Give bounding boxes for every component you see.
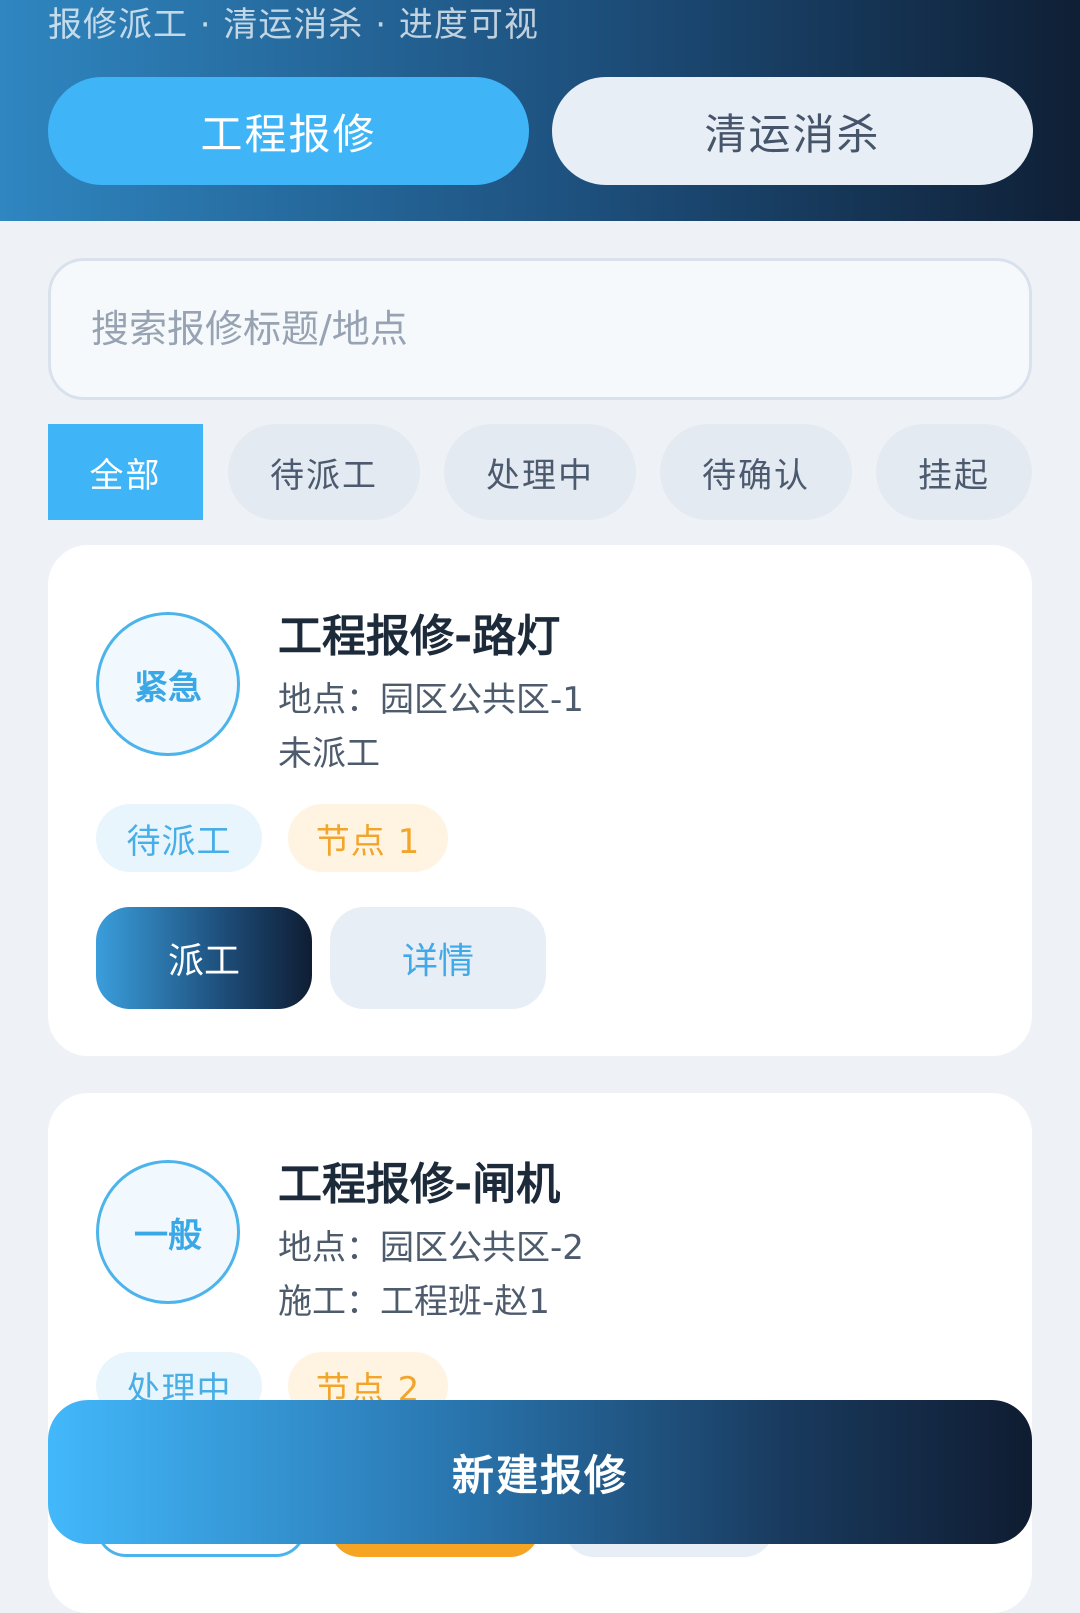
filter-suspended[interactable]: 挂起 <box>876 424 1032 520</box>
priority-badge: 紧急 <box>96 612 240 756</box>
new-repair-button[interactable]: 新建报修 <box>48 1400 1032 1544</box>
filter-pending-confirm[interactable]: 待确认 <box>660 424 852 520</box>
node-badge: 节点 1 <box>288 804 448 872</box>
order-location: 地点：园区公共区-2 <box>278 1228 584 1268</box>
dispatch-button[interactable]: 派工 <box>96 907 312 1009</box>
status-badge: 待派工 <box>96 804 262 872</box>
search-input[interactable] <box>91 307 1029 351</box>
filter-all[interactable]: 全部 <box>48 424 203 520</box>
filter-pending-dispatch[interactable]: 待派工 <box>228 424 420 520</box>
filter-processing[interactable]: 处理中 <box>444 424 636 520</box>
search-bar <box>48 258 1032 400</box>
tab-cleaning-disinfection[interactable]: 清运消杀 <box>552 77 1033 185</box>
order-title: 工程报修-路灯 <box>278 611 561 662</box>
order-card[interactable]: 紧急 工程报修-路灯 地点：园区公共区-1 未派工 待派工 节点 1 派工 详情 <box>48 545 1032 1056</box>
order-assignee: 未派工 <box>278 734 380 774</box>
details-button[interactable]: 详情 <box>330 907 546 1009</box>
order-location: 地点：园区公共区-1 <box>278 680 584 720</box>
header-subtitle: 报修派工 · 清运消杀 · 进度可视 <box>48 5 539 45</box>
priority-badge: 一般 <box>96 1160 240 1304</box>
order-title: 工程报修-闸机 <box>278 1159 561 1210</box>
app-header: 报修派工 · 清运消杀 · 进度可视 工程报修 清运消杀 <box>0 0 1080 221</box>
tab-engineering-repair[interactable]: 工程报修 <box>48 77 529 185</box>
order-assignee: 施工：工程班-赵1 <box>278 1282 550 1322</box>
